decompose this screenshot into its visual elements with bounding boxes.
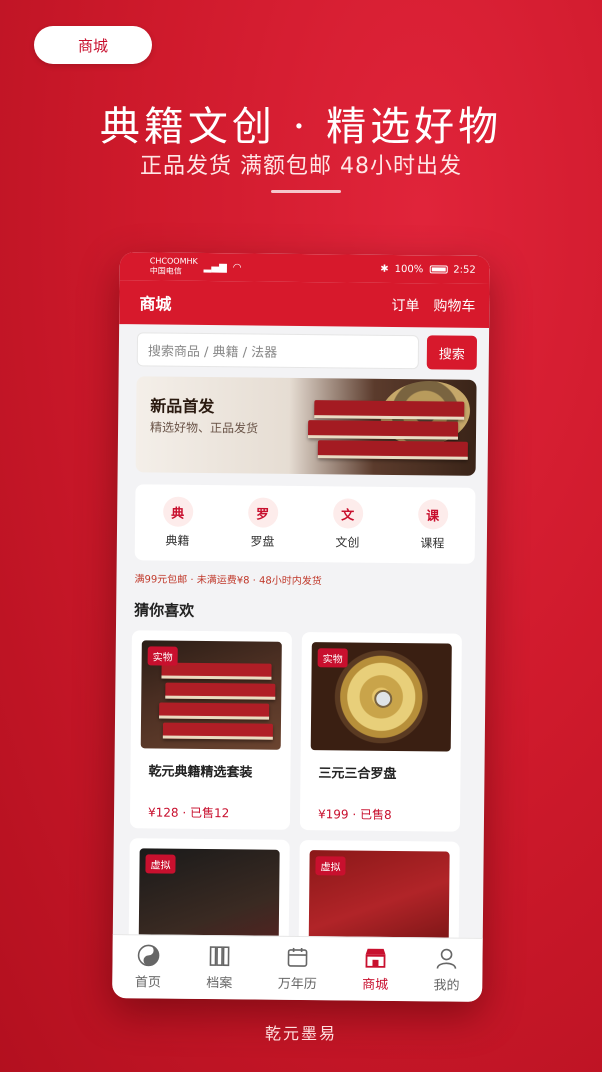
calendar-icon xyxy=(285,945,309,969)
subheadline: 正品发货 满额包邮 48小时出发 xyxy=(140,154,462,179)
tab-label: 商城 xyxy=(362,977,389,993)
app-title: 商城 xyxy=(139,294,172,314)
promo-banner[interactable]: 新品首发 精选好物、正品发货 xyxy=(135,376,477,476)
search-row: 搜索商品 / 典籍 / 法器 搜索 xyxy=(119,324,489,370)
banner-subtitle: 精选好物、正品发货 xyxy=(150,420,259,436)
book-image xyxy=(314,400,465,420)
cart-link[interactable]: 购物车 xyxy=(433,295,475,315)
search-button[interactable]: 搜索 xyxy=(426,335,478,370)
product-image: 实物 xyxy=(310,642,452,752)
creative-icon: 文 xyxy=(332,498,363,529)
user-icon xyxy=(435,946,459,970)
product-price: ¥128 · 已售12 xyxy=(147,805,230,821)
classics-icon: 典 xyxy=(162,496,193,527)
product-grid: 实物 乾元典籍精选套装 ¥128 · 已售12 实物 三元三合罗盘 ¥199 ·… xyxy=(113,620,486,960)
clock: 2:52 xyxy=(453,264,476,276)
shipping-note: 满99元包邮 · 未满运费¥8 · 48小时内发货 xyxy=(134,574,322,588)
tab-calendar[interactable]: 万年历 xyxy=(278,945,318,992)
category-label: 典籍 xyxy=(165,533,190,548)
product-title: 三元三合罗盘 xyxy=(318,766,397,783)
product-card[interactable]: 虚拟 xyxy=(298,839,460,960)
compass-icon: 罗 xyxy=(247,497,278,528)
category-compass[interactable]: 罗 罗盘 xyxy=(247,497,278,549)
status-bar: CHCOOMHK 中国电信 ▂▄▆ ◠ ✱ 100% 2:52 xyxy=(119,252,490,284)
tab-profile[interactable]: 我的 xyxy=(433,946,460,994)
app-header: 商城 订单 购物车 xyxy=(119,280,490,328)
product-badge: 虚拟 xyxy=(315,856,346,876)
tag-pill: 商城 xyxy=(34,26,152,64)
tab-archive[interactable]: 档案 xyxy=(206,944,233,991)
category-classics[interactable]: 典 典籍 xyxy=(162,496,193,549)
category-creative[interactable]: 文 文创 xyxy=(332,498,363,550)
product-price: ¥199 · 已售8 xyxy=(317,807,392,822)
phone-mockup: CHCOOMHK 中国电信 ▂▄▆ ◠ ✱ 100% 2:52 商城 订单 购物… xyxy=(112,252,490,1002)
signal-icon: ▂▄▆ xyxy=(203,261,227,273)
book-image xyxy=(317,440,468,460)
tab-home[interactable]: 首页 xyxy=(134,943,162,991)
headline: 典籍文创 · 精选好物 xyxy=(99,104,503,150)
product-badge: 虚拟 xyxy=(145,854,176,874)
tab-shop[interactable]: 商城 xyxy=(362,946,389,993)
category-label: 罗盘 xyxy=(250,534,275,549)
search-input[interactable]: 搜索商品 / 典籍 / 法器 xyxy=(136,332,420,370)
category-label: 文创 xyxy=(335,535,360,550)
tab-label: 我的 xyxy=(433,978,460,994)
bottom-tabbar: 首页 档案 万年历 商城 我的 xyxy=(112,934,483,1002)
battery-percent: 100% xyxy=(394,263,424,275)
book-image xyxy=(307,420,459,440)
wifi-icon: ◠ xyxy=(232,261,242,273)
product-card[interactable]: 虚拟 xyxy=(128,838,290,958)
banner-title: 新品首发 xyxy=(150,396,215,417)
course-icon: 课 xyxy=(417,499,448,530)
product-badge: 实物 xyxy=(317,648,348,668)
category-courses[interactable]: 课 课程 xyxy=(417,499,448,551)
orders-link[interactable]: 订单 xyxy=(391,295,419,315)
tab-label: 万年历 xyxy=(277,976,317,993)
divider xyxy=(271,190,341,193)
footer-brand: 乾元墨易 xyxy=(264,1024,337,1043)
bluetooth-icon: ✱ xyxy=(380,263,389,275)
product-card[interactable]: 实物 三元三合罗盘 ¥199 · 已售8 xyxy=(299,632,462,832)
tab-label: 档案 xyxy=(206,976,233,992)
archive-icon xyxy=(208,944,232,968)
carrier-label: CHCOOMHK 中国电信 xyxy=(149,256,198,276)
product-title: 乾元典籍精选套装 xyxy=(148,764,253,781)
product-card[interactable]: 实物 乾元典籍精选套装 ¥128 · 已售12 xyxy=(129,630,292,830)
product-badge: 实物 xyxy=(147,646,178,666)
yin-yang-icon xyxy=(136,943,160,967)
tab-label: 首页 xyxy=(134,975,162,991)
section-title: 猜你喜欢 xyxy=(134,601,195,620)
shop-icon xyxy=(363,946,387,970)
category-label: 课程 xyxy=(420,536,445,551)
product-image: 实物 xyxy=(140,640,282,750)
battery-icon xyxy=(429,265,448,274)
category-row: 典 典籍 罗 罗盘 文 文创 课 课程 xyxy=(134,484,476,564)
